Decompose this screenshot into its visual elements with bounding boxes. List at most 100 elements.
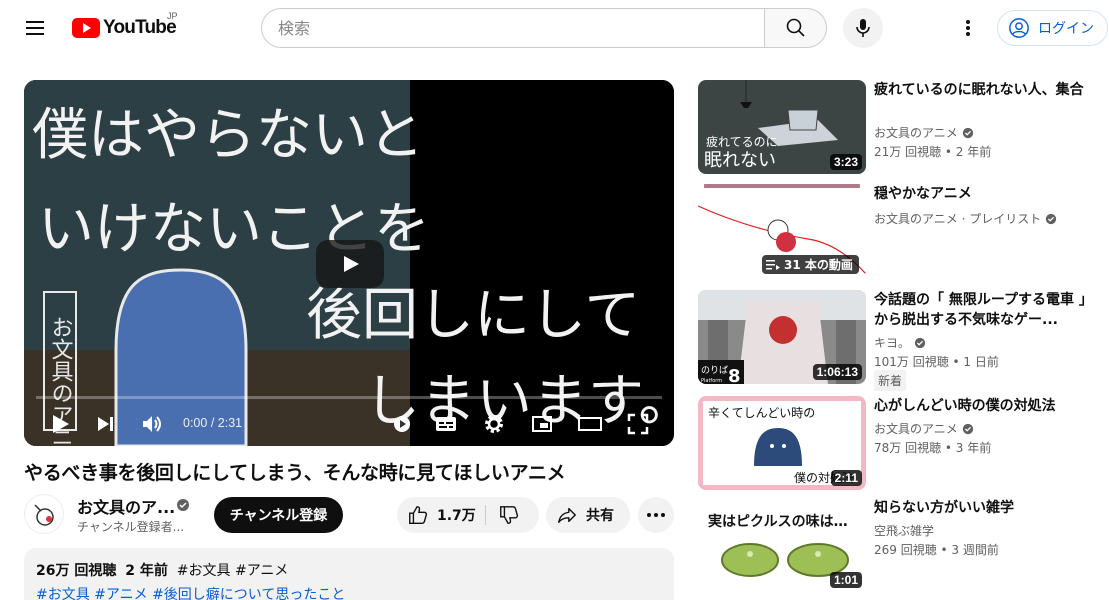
- autoplay-toggle[interactable]: [386, 408, 418, 440]
- microphone-icon: [856, 19, 870, 37]
- description-hashtags[interactable]: #お文具 #アニメ #後回し癖について思ったこと: [36, 584, 662, 600]
- channel-name[interactable]: キヨ。: [874, 334, 926, 351]
- svg-text:のりば: のりば: [701, 365, 728, 376]
- video-meta: 101万 回視聴 • 1 日前: [874, 355, 999, 369]
- video-duration: 1:06:13: [812, 364, 862, 380]
- recommended-video[interactable]: のりば 8 Platform 1:06:13 今話題の「 無限ループする電車 」…: [698, 290, 1108, 391]
- search-icon: [786, 18, 805, 37]
- miniplayer-button[interactable]: [526, 408, 558, 440]
- channel-name[interactable]: お文具のアニメ · プレイリスト: [874, 210, 1057, 227]
- svg-text:疲れてるのに: 疲れてるのに: [706, 134, 778, 149]
- playlist-video-count: 31 本の動画: [762, 255, 859, 274]
- recommended-playlist[interactable]: 31 本の動画 穏やかなアニメ お文具のアニメ · プレイリスト: [698, 184, 1108, 278]
- volume-icon: [143, 416, 161, 432]
- play-icon: [53, 415, 69, 433]
- more-actions-button[interactable]: [638, 497, 674, 533]
- svg-text:眠れない: 眠れない: [704, 150, 776, 171]
- video-thumbnail[interactable]: 実はピクルスの味は… 1:01: [698, 498, 866, 592]
- description-tags-line1: #お文具 #アニメ: [176, 563, 289, 579]
- recommended-video[interactable]: 疲れてるのに 眠れない 3:23 疲れているのに眠れない人、集合 お文具のアニメ…: [698, 80, 1108, 174]
- video-thumbnail[interactable]: 辛くてしんどい時の 僕の対処法 2:11: [698, 396, 866, 490]
- play-button[interactable]: [44, 408, 76, 440]
- recommended-video[interactable]: 辛くてしんどい時の 僕の対処法 2:11 心がしんどい時の僕の対処法 お文具のア…: [698, 396, 1108, 490]
- autoplay-icon: [394, 416, 410, 432]
- description-meta: 26万 回視聴 2 年前 #お文具 #アニメ: [36, 560, 662, 580]
- video-title[interactable]: 疲れているのに眠れない人、集合: [874, 80, 1094, 100]
- video-thumbnail[interactable]: のりば 8 Platform 1:06:13: [698, 290, 866, 384]
- video-thumbnail[interactable]: 疲れてるのに 眠れない 3:23: [698, 80, 866, 174]
- svg-text:8: 8: [728, 366, 741, 384]
- verified-icon: [1046, 213, 1057, 225]
- fullscreen-icon: [627, 413, 649, 435]
- video-meta: 78万 回視聴 • 3 年前: [874, 441, 992, 455]
- dislike-button[interactable]: [486, 497, 539, 533]
- thumbs-up-icon: [409, 506, 428, 524]
- guide-menu-button[interactable]: [18, 14, 54, 42]
- search-input[interactable]: [261, 8, 765, 48]
- like-dislike-group: 1.7万: [397, 497, 539, 533]
- next-button[interactable]: [90, 408, 122, 440]
- mute-button[interactable]: [136, 408, 168, 440]
- channel-name[interactable]: お文具のア...: [77, 494, 175, 518]
- view-count: 26万 回視聴: [36, 563, 117, 579]
- voice-search-button[interactable]: [843, 8, 883, 48]
- channel-name[interactable]: お文具のアニメ: [874, 420, 974, 437]
- playlist-thumbnail[interactable]: 31 本の動画: [698, 184, 866, 278]
- player-controls: 0:00 / 2:31: [24, 402, 674, 446]
- video-meta: 269 回視聴 • 3 週間前: [874, 543, 999, 557]
- region-code: JP: [167, 11, 178, 21]
- fullscreen-button[interactable]: [622, 408, 654, 440]
- share-icon: [558, 507, 576, 524]
- skip-next-icon: [98, 417, 113, 431]
- theater-mode-button[interactable]: [574, 408, 606, 440]
- channel-name[interactable]: お文具のアニメ: [874, 124, 974, 141]
- video-duration: 1:01: [829, 572, 862, 588]
- masthead: YouTube JP ログイン: [0, 0, 1109, 56]
- svg-text:辛くてしんどい時の: 辛くてしんどい時の: [708, 406, 815, 420]
- subscriber-count: チャンネル登録者...: [77, 520, 185, 534]
- playlist-icon: [766, 259, 780, 270]
- time-display: 0:00 / 2:31: [183, 416, 243, 430]
- recommended-video[interactable]: 実はピクルスの味は… 1:01 知らない方がいい雑学 空飛ぶ雑学 269 回視聴…: [698, 498, 1108, 592]
- video-title[interactable]: 今話題の「 無限ループする電車 」から脱出する不気味なゲー...: [874, 290, 1094, 330]
- channel-name[interactable]: 空飛ぶ雑学: [874, 522, 934, 539]
- like-button[interactable]: 1.7万: [397, 497, 485, 533]
- upload-age: 2 年前: [125, 563, 168, 579]
- miniplayer-icon: [532, 416, 552, 432]
- subscribe-button[interactable]: チャンネル登録: [214, 497, 343, 533]
- login-button[interactable]: ログイン: [997, 10, 1108, 46]
- verified-icon: [914, 337, 926, 349]
- video-title[interactable]: 知らない方がいい雑学: [874, 498, 1094, 518]
- verified-icon: [962, 127, 973, 139]
- search-button[interactable]: [764, 8, 827, 48]
- new-badge: 新着: [874, 370, 907, 391]
- share-button[interactable]: 共有: [546, 497, 630, 533]
- large-play-button[interactable]: [316, 240, 384, 288]
- subtitles-icon: [436, 417, 456, 431]
- video-title[interactable]: 心がしんどい時の僕の対処法: [874, 396, 1094, 416]
- channel-logo-icon: [34, 504, 54, 526]
- playlist-title[interactable]: 穏やかなアニメ: [874, 184, 1094, 204]
- video-duration: 2:11: [830, 470, 862, 486]
- settings-button[interactable]: [478, 408, 510, 440]
- svg-text:Platform: Platform: [701, 378, 722, 384]
- thumbs-down-icon: [500, 506, 519, 524]
- progress-bar[interactable]: [36, 396, 662, 399]
- settings-more-button[interactable]: [952, 12, 984, 44]
- video-duration: 3:23: [829, 154, 862, 170]
- verified-icon: [177, 499, 189, 511]
- verified-icon: [962, 423, 973, 435]
- video-player[interactable]: お文具のアニメ 僕はやらないと いけないことを 後回しにして しまいます。 0:…: [24, 80, 674, 446]
- account-icon: [1009, 18, 1029, 38]
- caption-line-1: 僕はやらないと: [32, 103, 424, 168]
- youtube-logo[interactable]: YouTube: [72, 17, 177, 39]
- subtitles-button[interactable]: [430, 408, 462, 440]
- gear-icon: [485, 415, 503, 433]
- svg-text:実はピクルスの味は…: 実はピクルスの味は…: [708, 513, 848, 530]
- video-meta: 21万 回視聴 • 2 年前: [874, 145, 992, 159]
- channel-avatar[interactable]: [24, 494, 64, 534]
- video-title: やるべき事を後回しにしてしまう、そんな時に見てほしいアニメ: [24, 462, 566, 484]
- theater-icon: [578, 417, 602, 431]
- caption-line-3: 後回しにして: [306, 283, 640, 348]
- description-box[interactable]: 26万 回視聴 2 年前 #お文具 #アニメ #お文具 #アニメ #後回し癖につ…: [24, 548, 674, 600]
